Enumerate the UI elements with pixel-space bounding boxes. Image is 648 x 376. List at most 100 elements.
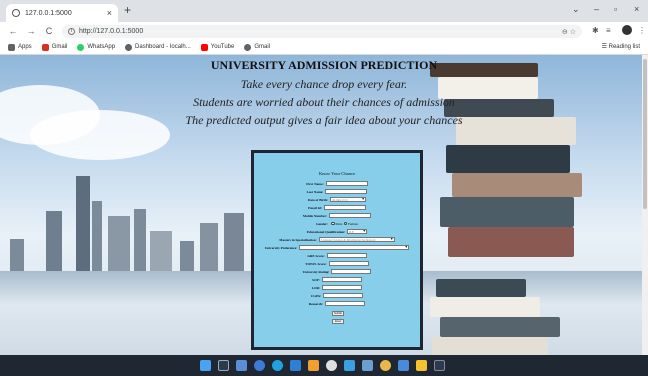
gmail-icon — [41, 43, 49, 51]
tab-search-icon[interactable]: ⌄ — [572, 4, 580, 15]
bookmark-gmail[interactable]: Gmail — [41, 43, 67, 51]
toefl-label: TOEFL Score: — [305, 261, 327, 266]
gender-female-label: Female — [348, 221, 358, 226]
last-name-input[interactable] — [325, 189, 368, 194]
background-book — [446, 145, 570, 173]
page-scrollbar[interactable] — [642, 55, 648, 355]
dob-input[interactable]: dd-mm-yyyy — [330, 197, 367, 202]
specialization-select[interactable]: Computer Science & Information Technolog… — [318, 237, 395, 242]
background-book — [430, 297, 540, 317]
background-book — [448, 227, 574, 257]
youtube-icon — [200, 43, 208, 51]
bookmark-youtube[interactable]: YouTube — [200, 43, 234, 51]
start-windows-icon[interactable] — [200, 360, 211, 371]
tab-title: 127.0.0.1:5000 — [25, 9, 72, 17]
whatsapp-icon — [77, 43, 85, 51]
globe-icon — [12, 9, 20, 17]
extensions-icon[interactable]: ✱ — [592, 26, 599, 35]
education-label: Educational Qualification: — [306, 229, 346, 234]
university-rating-input[interactable] — [331, 269, 372, 274]
cgpa-input[interactable] — [323, 293, 364, 298]
background-book — [440, 317, 560, 337]
submit-button[interactable]: Submit — [332, 311, 344, 316]
app-icon[interactable] — [398, 360, 409, 371]
edge-icon[interactable] — [272, 360, 283, 371]
specialization-label: Masters in Specialization: — [279, 237, 317, 242]
education-select[interactable]: B.E — [347, 229, 368, 234]
bookmark-gmail-2[interactable]: Gmail — [244, 43, 270, 51]
app-icon[interactable] — [326, 360, 337, 371]
form-title: Know Your Chance — [318, 171, 356, 176]
store-icon[interactable] — [290, 360, 301, 371]
search-icon[interactable] — [218, 360, 229, 371]
admission-form: Know Your Chance First Name: Last Name: … — [251, 150, 423, 350]
background-building — [92, 201, 102, 271]
app-icon[interactable] — [362, 360, 373, 371]
first-name-input[interactable] — [325, 181, 368, 186]
gender-female-radio[interactable] — [343, 221, 348, 226]
reload-icon[interactable]: C — [44, 26, 54, 36]
mobile-field[interactable] — [329, 213, 372, 218]
background-building — [180, 241, 194, 271]
page-title: UNIVERSITY ADMISSION PREDICTION — [210, 58, 438, 72]
last-name-label: Last Name: — [306, 189, 324, 194]
chrome-icon[interactable] — [380, 360, 391, 371]
background-building — [76, 176, 90, 271]
mobile-label: Mobile Number: — [302, 213, 328, 218]
reset-button[interactable]: Reset — [332, 319, 344, 324]
browser-tab[interactable]: 127.0.0.1:5000 × — [6, 4, 118, 22]
globe-icon — [125, 43, 133, 51]
browser-toolbar: ← → C ⌂ i http://127.0.0.1:5000 ⊖ ☆ — [0, 22, 648, 40]
background-book — [440, 197, 574, 227]
maximize-button[interactable]: ▫ — [614, 4, 617, 14]
university-preference-label: University Preference: — [264, 245, 298, 250]
apps-grid-icon — [8, 43, 15, 51]
background-building — [46, 211, 62, 271]
gender-male-radio[interactable] — [331, 221, 335, 226]
research-input[interactable] — [325, 301, 366, 306]
university-preference-select[interactable] — [299, 245, 410, 250]
media-icon[interactable]: ≡ — [606, 26, 611, 35]
globe-icon — [244, 43, 252, 51]
bookmark-whatsapp[interactable]: WhatsApp — [77, 43, 115, 51]
bookmark-dashboard[interactable]: Dashboard - Iocalh... — [125, 43, 191, 51]
menu-icon[interactable]: ⋮ — [638, 26, 646, 35]
forward-icon[interactable]: → — [26, 26, 36, 36]
gre-input[interactable] — [326, 253, 367, 258]
back-icon[interactable]: ← — [8, 26, 18, 36]
minimize-button[interactable]: – — [594, 4, 599, 14]
chat-icon[interactable] — [254, 360, 265, 371]
close-window-button[interactable]: × — [634, 4, 639, 14]
sop-label: SOP: — [312, 277, 320, 282]
lor-input[interactable] — [322, 285, 363, 290]
close-tab-icon[interactable]: × — [107, 8, 112, 18]
new-tab-button[interactable]: + — [124, 3, 131, 17]
address-bar-url: http://127.0.0.1:5000 — [79, 28, 144, 35]
avatar[interactable] — [622, 25, 632, 35]
page-viewport: UNIVERSITY ADMISSION PREDICTION Take eve… — [0, 55, 648, 355]
lor-label: LOR: — [311, 285, 321, 290]
reading-list[interactable]: ☰ Reading list — [602, 43, 640, 50]
dob-label: Date of Birth: — [307, 197, 329, 202]
vlc-icon[interactable] — [308, 360, 319, 371]
app-icon[interactable] — [344, 360, 355, 371]
info-icon[interactable]: i — [68, 28, 75, 35]
zoom-star-icons[interactable]: ⊖ ☆ — [562, 28, 576, 36]
tagline-2: Students are worried about their chances… — [193, 95, 455, 109]
toefl-input[interactable] — [328, 261, 369, 266]
background-building — [224, 213, 244, 271]
terminal-icon[interactable] — [434, 360, 445, 371]
sop-input[interactable] — [321, 277, 362, 282]
address-bar[interactable]: i http://127.0.0.1:5000 ⊖ ☆ — [62, 25, 582, 38]
email-label: Email Id: — [308, 205, 322, 210]
file-explorer-icon[interactable] — [416, 360, 427, 371]
scrollbar-thumb[interactable] — [643, 59, 647, 209]
background-building — [150, 231, 172, 271]
gre-label: GRE Score: — [307, 253, 325, 258]
tagline-3: The predicted output gives a fair idea a… — [185, 113, 463, 127]
research-label: Research: — [308, 301, 324, 306]
task-view-icon[interactable] — [236, 360, 247, 371]
bookmark-apps[interactable]: Apps — [8, 43, 32, 51]
bookmarks-bar: Apps Gmail WhatsApp Dashboard - Iocalh..… — [0, 40, 648, 55]
email-field[interactable] — [323, 205, 366, 210]
